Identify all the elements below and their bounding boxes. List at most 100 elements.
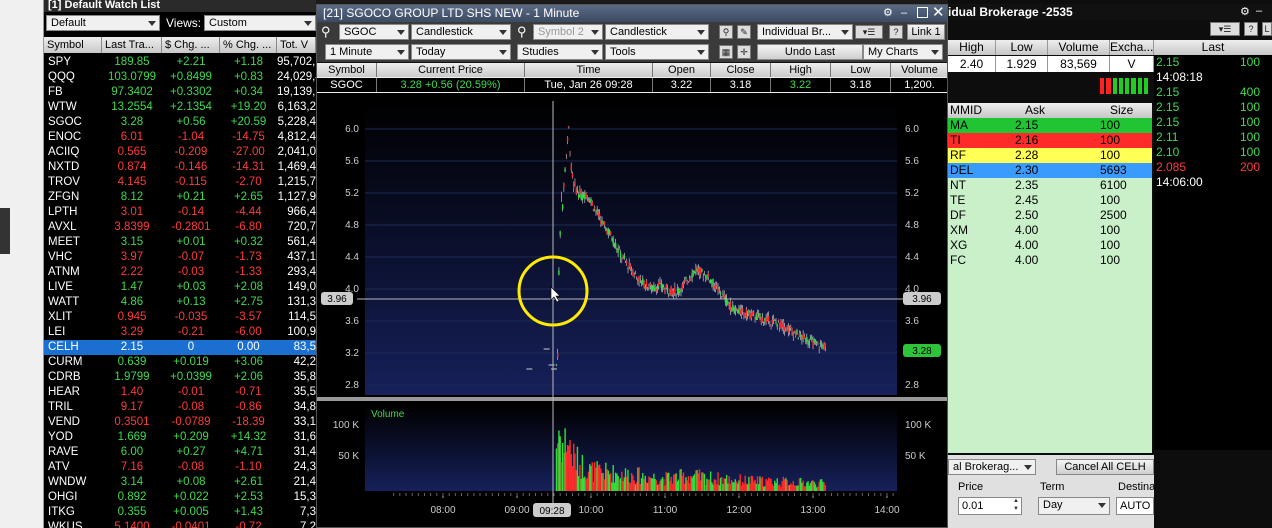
watchlist-row[interactable]: WNDW 3.14 +0.08 +2.61 21,4	[44, 475, 316, 490]
menu-icon[interactable]: ▾☰	[855, 25, 883, 39]
gear-icon[interactable]: ⚙	[1240, 5, 1250, 18]
search-icon[interactable]: ⚲	[321, 24, 331, 40]
column-header[interactable]: Last Tra...	[102, 37, 162, 53]
volume-bar	[785, 477, 787, 491]
watchlist-row[interactable]: QQQ 103.0799 +0.8499 +0.83 24,029,4	[44, 70, 316, 85]
layout-icon[interactable]: ▦	[719, 45, 733, 59]
watchlist-row[interactable]: VEND 0.3501 -0.0789 -18.39 33,1	[44, 415, 316, 430]
watchlist-row[interactable]: WATT 4.86 +0.13 +2.75 131,3	[44, 295, 316, 310]
account-select[interactable]: al Brokerag...	[948, 459, 1036, 475]
watchlist-row[interactable]: SGOC 3.28 +0.56 +20.59 5,228,4	[44, 115, 316, 130]
my-charts-select[interactable]: My Charts	[863, 44, 943, 60]
watchlist-row[interactable]: ENOC 6.01 -1.04 -14.75 4,812,4	[44, 130, 316, 145]
gear-icon[interactable]: ⚙	[883, 7, 895, 19]
watchlist-row[interactable]: NXTD 0.874 -0.146 -14.31 1,469,4	[44, 160, 316, 175]
watchlist-row[interactable]: XLIT 0.945 -0.035 -3.57 114,5	[44, 310, 316, 325]
undo-last-button[interactable]: Undo Last	[757, 44, 863, 60]
level2-row[interactable]: MA 2.15 100	[948, 118, 1152, 133]
watchlist-row[interactable]: LIVE 1.47 +0.03 +2.08 149,0	[44, 280, 316, 295]
volume-bar	[797, 485, 799, 491]
price-stepper[interactable]: ▲ ▼	[1010, 497, 1022, 515]
level2-row[interactable]: FC 4.00 100	[948, 253, 1152, 268]
watchlist-row[interactable]: OHGI 0.892 +0.022 +2.53 15,3	[44, 490, 316, 505]
level2-row[interactable]: RF 2.28 100	[948, 148, 1152, 163]
minimize-icon[interactable]: –	[901, 7, 913, 19]
level2-row[interactable]: TE 2.45 100	[948, 193, 1152, 208]
level2-row[interactable]: DEL 2.30 5693	[948, 163, 1152, 178]
watchlist-row[interactable]: RAVE 6.00 +0.27 +4.71 31,4	[44, 445, 316, 460]
watchlist-row[interactable]: TRIL 9.17 -0.08 -0.86 34,8	[44, 400, 316, 415]
column-header[interactable]: Symbol	[44, 37, 102, 53]
watchlist-row[interactable]: CURM 0.639 +0.019 +3.06 42,2	[44, 355, 316, 370]
watchlist-row[interactable]: ZFGN 8.12 +0.21 +2.65 1,127,9	[44, 190, 316, 205]
minimize-icon[interactable]: –	[1256, 5, 1262, 17]
volume-bar	[635, 482, 638, 491]
row-size: 100	[1100, 253, 1121, 267]
link-button[interactable]: Link 1	[907, 24, 945, 40]
studies-select[interactable]: Studies	[517, 44, 603, 60]
watchlist-row[interactable]: VHC 3.97 -0.07 -1.73 437,1	[44, 250, 316, 265]
watchlist-row[interactable]: CDRB 1.9799 +0.0399 +2.06 35,8	[44, 370, 316, 385]
level2-row[interactable]: TI 2.16 100	[948, 133, 1152, 148]
level2-window: idual Brokerage -2535 ⚙ – ▾☰ ? L High Low…	[948, 0, 1272, 528]
destination-select[interactable]: AUTO	[1116, 497, 1154, 515]
volume-bar	[610, 473, 612, 491]
term-select[interactable]: Day	[1038, 497, 1110, 515]
chart-plot-area[interactable]: 6.0 6.0 5.6 5.6 5.2 5.2 4.8 4.8 4.4 4.4 4.0 4.0 3.6 3…	[317, 93, 948, 528]
watchlist-row[interactable]: FB 97.3402 +0.3302 +0.34 19,139,6	[44, 85, 316, 100]
watchlist-select[interactable]: Default	[46, 15, 160, 31]
watchlist-row[interactable]: CELH 2.15 0 0.00 83,5	[44, 340, 316, 355]
quote-time: Tue, Jan 26 09:28	[525, 78, 653, 92]
column-header[interactable]: Tot. V	[277, 37, 316, 53]
watchlist-row[interactable]: HEAR 1.40 -0.01 -0.71 35,5	[44, 385, 316, 400]
menu-icon[interactable]: ▾☰	[1210, 22, 1240, 36]
link-icon[interactable]: L	[1262, 22, 1272, 36]
candle-body	[759, 313, 761, 318]
symbol2-input[interactable]: Symbol 2	[533, 24, 603, 40]
sidebar-expand-arrow[interactable]	[0, 208, 10, 254]
watchlist-row[interactable]: WTW 13.2554 +2.1354 +19.20 6,163,2	[44, 100, 316, 115]
views-select[interactable]: Custom	[204, 15, 316, 31]
zoom-icon[interactable]: ⚲	[719, 25, 733, 39]
level2-row[interactable]: XM 4.00 100	[948, 223, 1152, 238]
volume-bar	[590, 465, 592, 491]
watchlist-row[interactable]: LEI 3.29 -0.21 -6.00 100,9	[44, 325, 316, 340]
cancel-all-button[interactable]: Cancel All CELH	[1056, 459, 1154, 475]
interval-select[interactable]: 1 Minute	[325, 44, 409, 60]
price-chart[interactable]: 6.0 6.05.6 5.65.2 5.24.8 4.84.4 4.44.0 4.03.6 3…	[317, 93, 948, 528]
watchlist-row[interactable]: AVXL 3.8399 -0.2801 -6.80 720,7	[44, 220, 316, 235]
search-icon[interactable]: ⚲	[517, 24, 527, 40]
level2-row[interactable]: DF 2.50 2500	[948, 208, 1152, 223]
help-icon[interactable]: ?	[889, 25, 903, 39]
range-select[interactable]: Today	[411, 44, 511, 60]
watchlist-row[interactable]: TROV 4.145 -0.115 -2.70 1,215,7	[44, 175, 316, 190]
crosshair-icon[interactable]: ✛	[737, 45, 751, 59]
watchlist-row[interactable]: MEET 3.15 +0.01 +0.32 561,4	[44, 235, 316, 250]
chart-type2-select[interactable]: Candlestick	[605, 24, 709, 40]
volume-bar	[596, 461, 598, 491]
level2-row[interactable]: XG 4.00 100	[948, 238, 1152, 253]
watchlist-row[interactable]: SPY 189.85 +2.21 +1.18 95,702,7	[44, 55, 316, 70]
column-header[interactable]: % Chg. ...	[220, 37, 277, 53]
level2-column-header: Size	[1110, 103, 1134, 117]
close-icon[interactable]: ✕	[932, 5, 946, 21]
maximize-icon[interactable]	[917, 7, 928, 18]
symbol-input[interactable]: SGOC	[339, 24, 409, 40]
watchlist-row[interactable]: LPTH 3.01 -0.14 -4.44 966,4	[44, 205, 316, 220]
candle-body	[802, 333, 804, 340]
watchlist-row[interactable]: ATNM 2.22 -0.03 -1.33 293,4	[44, 265, 316, 280]
candle-body	[559, 231, 561, 236]
tools-select[interactable]: Tools	[605, 44, 709, 60]
column-header[interactable]: $ Chg. ...	[162, 37, 220, 53]
watchlist-row[interactable]: ITKG 0.355 +0.005 +1.43 7,3	[44, 505, 316, 520]
help-icon[interactable]: ?	[1244, 22, 1258, 36]
chart-type-select[interactable]: Candlestick	[411, 24, 511, 40]
candle-body	[621, 258, 623, 260]
watchlist-row[interactable]: YOD 1.669 +0.209 +14.32 31,6	[44, 430, 316, 445]
watchlist-row[interactable]: ATV 7.16 -0.08 -1.10 24,3	[44, 460, 316, 475]
pin-icon[interactable]: ✎	[737, 25, 751, 39]
watchlist-row[interactable]: WKUS 5.1400 -0.0401 -0.72 7,2	[44, 520, 316, 528]
level2-row[interactable]: NT 2.35 6100	[948, 178, 1152, 193]
watchlist-row[interactable]: ACIIQ 0.565 -0.209 -27.00 2,041,0	[44, 145, 316, 160]
broker-select[interactable]: Individual Br...	[757, 24, 853, 40]
